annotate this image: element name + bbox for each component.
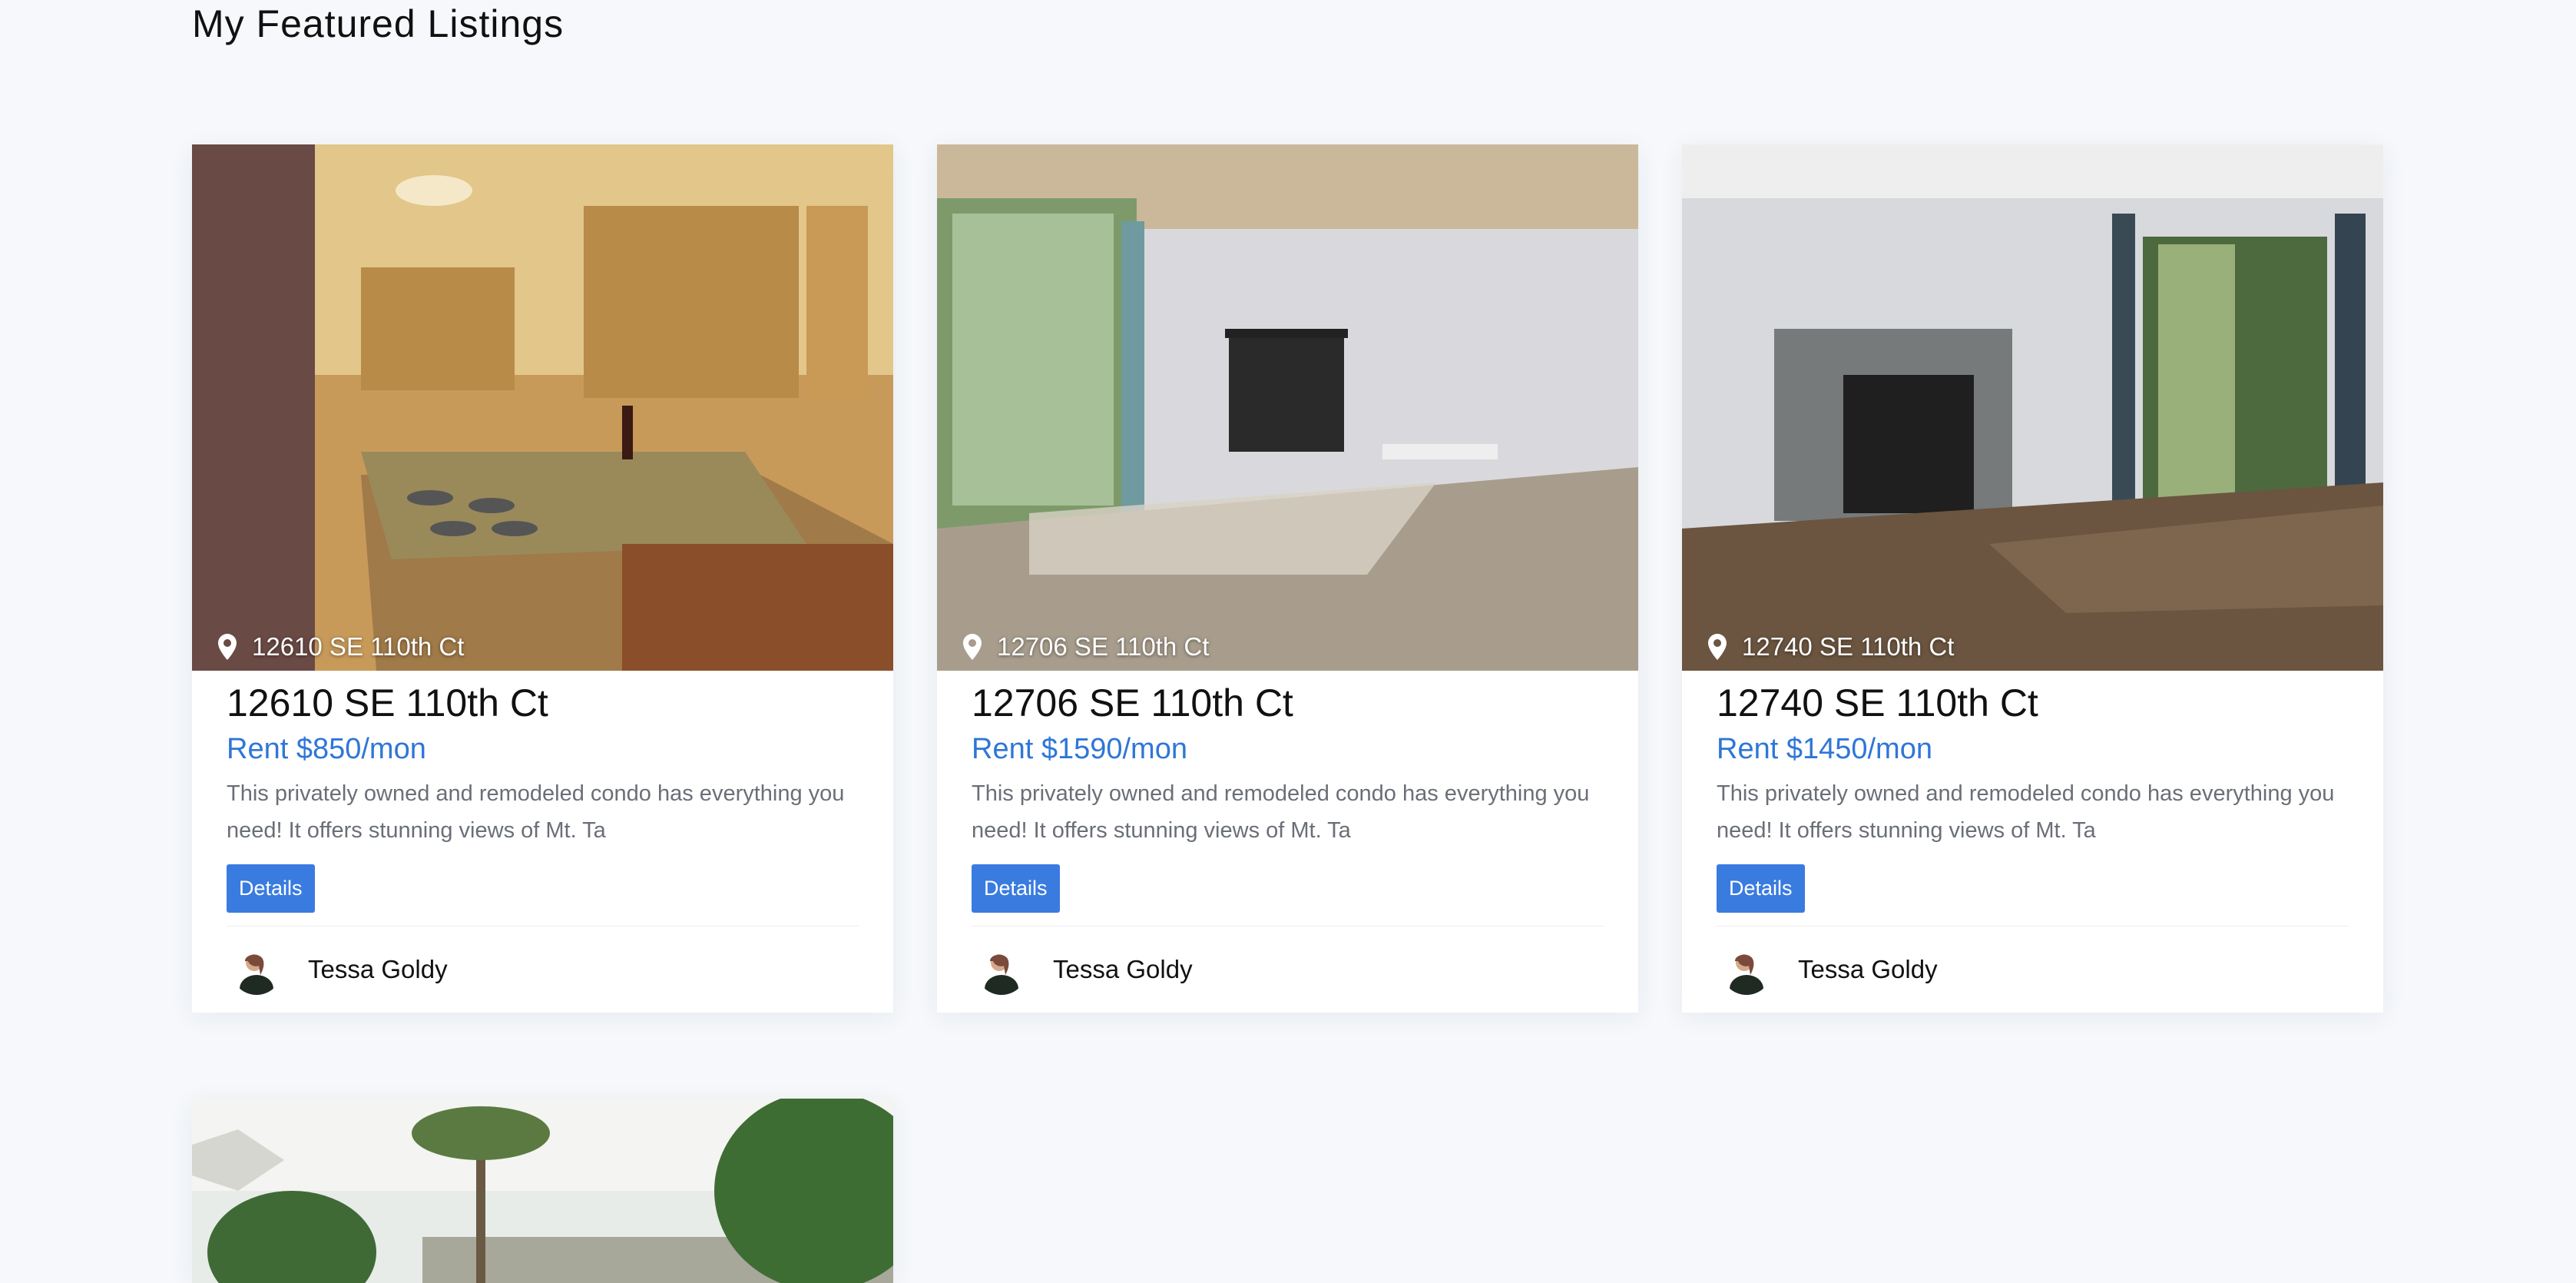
listing-card[interactable]: 12740 SE 110th Ct 12740 SE 110th Ct Rent… [1682,144,2383,1013]
photo-caption-text: 12706 SE 110th Ct [997,632,1210,661]
listing-title[interactable]: 12706 SE 110th Ct [972,678,1604,728]
listing-title[interactable]: 12740 SE 110th Ct [1717,678,2349,728]
listing-photo-caption: 12706 SE 110th Ct [963,632,1209,661]
page-title: My Featured Listings [192,2,565,45]
agent-info[interactable]: Tessa Goldy [972,927,1604,1013]
listing-photo-fireplace[interactable]: 12740 SE 110th Ct [1682,144,2383,671]
listing-price: Rent $850/mon [227,733,426,765]
listing-description: This privately owned and remodeled condo… [1717,781,2335,843]
agent-avatar[interactable] [231,944,282,995]
listing-description: This privately owned and remodeled condo… [227,781,845,843]
listing-price: Rent $1590/mon [972,733,1187,765]
location-pin-icon [963,634,982,660]
photo-caption-text: 12740 SE 110th Ct [1742,632,1955,661]
agent-info[interactable]: Tessa Goldy [227,927,859,1013]
listing-photo-exterior[interactable] [192,1099,893,1283]
agent-info[interactable]: Tessa Goldy [1717,927,2349,1013]
details-button[interactable]: Details [1717,864,1805,913]
agent-avatar[interactable] [976,944,1027,995]
listing-photo-caption: 12610 SE 110th Ct [218,632,464,661]
listing-card[interactable]: 12706 SE 110th Ct 12706 SE 110th Ct Rent… [937,144,1638,1013]
location-pin-icon [218,634,237,660]
location-pin-icon [1708,634,1727,660]
listing-photo-caption: 12740 SE 110th Ct [1708,632,1954,661]
listing-photo-living-room[interactable]: 12706 SE 110th Ct [937,144,1638,671]
listing-card[interactable]: 12610 SE 110th Ct 12610 SE 110th Ct Rent… [192,144,893,1013]
details-button[interactable]: Details [972,864,1060,913]
listing-photo-kitchen[interactable]: 12610 SE 110th Ct [192,144,893,671]
agent-name[interactable]: Tessa Goldy [1798,955,1938,984]
listing-description: This privately owned and remodeled condo… [972,781,1590,843]
details-button[interactable]: Details [227,864,315,913]
photo-caption-text: 12610 SE 110th Ct [252,632,465,661]
agent-name[interactable]: Tessa Goldy [308,955,448,984]
listing-card[interactable] [192,1099,893,1283]
agent-name[interactable]: Tessa Goldy [1053,955,1193,984]
listing-price: Rent $1450/mon [1717,733,1932,765]
listing-title[interactable]: 12610 SE 110th Ct [227,678,859,728]
agent-avatar[interactable] [1721,944,1772,995]
